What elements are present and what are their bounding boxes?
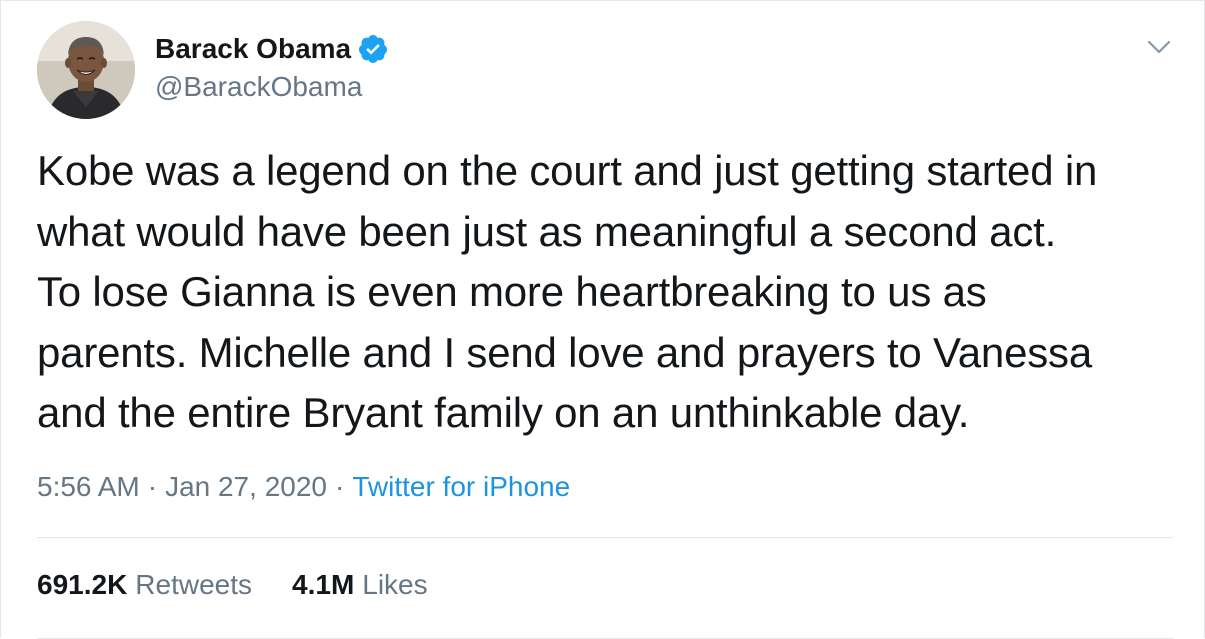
retweets-stat[interactable]: 691.2K Retweets [37, 569, 252, 601]
author-name-row[interactable]: Barack Obama [155, 31, 389, 67]
meta-separator: · [334, 471, 345, 502]
tweet-stats: 691.2K Retweets 4.1M Likes [37, 569, 428, 601]
tweet-date[interactable]: Jan 27, 2020 [165, 471, 327, 502]
likes-count: 4.1M [292, 569, 355, 600]
avatar[interactable] [37, 21, 135, 119]
tweet-text-line: To lose Gianna is even more heartbreakin… [37, 268, 987, 315]
verified-badge-icon [357, 33, 389, 65]
tweet-text-line: what would have been just as meaningful … [37, 207, 1057, 255]
likes-stat[interactable]: 4.1M Likes [292, 569, 428, 601]
meta-separator: · [147, 471, 158, 502]
tweet-text-line: Kobe was a legend on the court and just … [37, 147, 1098, 194]
tweet-text-line: parents. Michelle and I send love and pr… [37, 328, 1092, 376]
author-display-name[interactable]: Barack Obama [155, 33, 351, 65]
author-handle[interactable]: @BarackObama [155, 71, 362, 103]
likes-label: Likes [362, 569, 428, 600]
retweets-count: 691.2K [37, 569, 128, 600]
tweet-source-link[interactable]: Twitter for iPhone [352, 471, 570, 502]
retweets-label: Retweets [135, 569, 253, 600]
divider [37, 537, 1173, 538]
profile-photo-icon [37, 21, 135, 119]
tweet-card: Barack Obama @BarackObama Kobe was a leg… [0, 0, 1205, 639]
tweet-text-line: and the entire Bryant family on an unthi… [37, 389, 970, 436]
tweet-meta: 5:56 AM · Jan 27, 2020 · Twitter for iPhone [37, 471, 570, 503]
chevron-down-icon[interactable] [1143, 31, 1175, 63]
tweet-text: Kobe was a legend on the court and just … [37, 141, 1187, 444]
tweet-time[interactable]: 5:56 AM [37, 471, 140, 502]
